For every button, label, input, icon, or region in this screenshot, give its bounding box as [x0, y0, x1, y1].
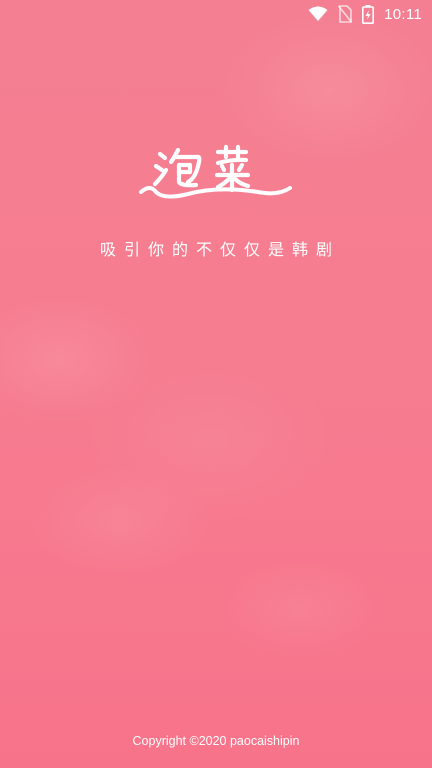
- no-sim-icon: [338, 5, 353, 23]
- status-bar: 10:11: [0, 0, 432, 28]
- logo-text: 泡菜: [138, 210, 139, 211]
- status-time: 10:11: [384, 5, 422, 23]
- slogan: 吸引你的不仅仅是韩剧: [99, 240, 340, 259]
- status-icons: 10:11: [308, 4, 422, 24]
- splash-screen: 10:11 吸引你的不仅仅是韩剧 Copyright ©2020 paocais…: [0, 0, 432, 768]
- wifi-icon: [308, 6, 328, 22]
- app-logo: 泡菜: [138, 140, 294, 210]
- battery-charging-icon: [362, 4, 375, 24]
- copyright-text: Copyright ©2020 paocaishipin: [132, 734, 300, 748]
